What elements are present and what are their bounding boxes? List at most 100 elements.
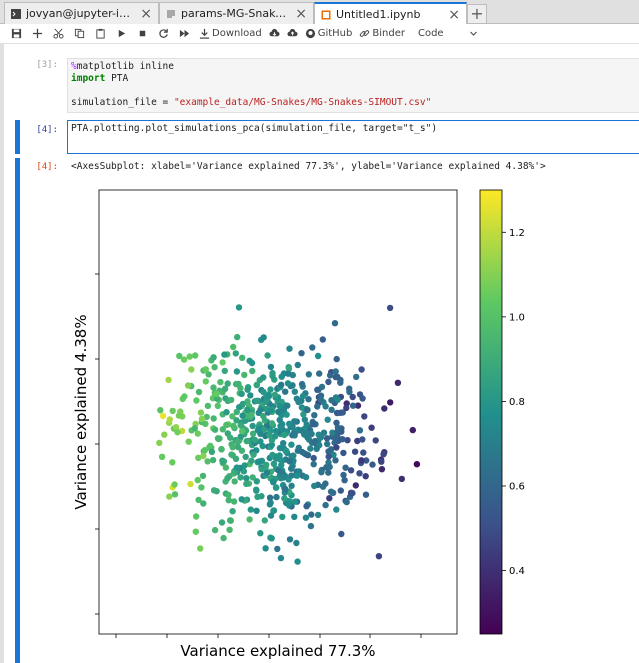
tab-bar: jovyan@jupyter-isaacoverca × params-MG-S… [0, 0, 639, 25]
scatter-point [249, 422, 256, 430]
scatter-point [209, 456, 217, 464]
scatter-point [234, 443, 242, 451]
scatter-point [229, 508, 236, 515]
scatter-point [213, 390, 220, 398]
left-gutter [0, 44, 4, 663]
scatter-point [262, 545, 269, 552]
colorbar-tick-label: 0.6 [509, 482, 525, 493]
chevron-down-icon [470, 31, 477, 36]
scatter-point [249, 367, 256, 375]
paste-button[interactable] [95, 25, 106, 42]
scatter-point [311, 437, 319, 445]
scatter-point [334, 373, 341, 380]
scatter-point [260, 388, 267, 396]
output-collapser[interactable] [15, 158, 20, 663]
scatter-point [347, 467, 355, 474]
scatter-point [337, 487, 344, 494]
cell-type-select[interactable]: Code [418, 25, 478, 42]
scatter-point [362, 491, 370, 498]
close-icon[interactable]: × [140, 6, 152, 22]
scatter-point [211, 426, 219, 433]
scatter-point [334, 427, 341, 435]
run-button[interactable] [116, 25, 127, 42]
download-button[interactable]: Download [199, 25, 262, 42]
scatter-point [208, 448, 216, 456]
scatter-point [255, 458, 263, 465]
scatter-point [239, 354, 246, 361]
code-line: PTA [111, 73, 129, 84]
scatter-point [186, 353, 193, 360]
scatter-point [247, 392, 254, 399]
add-tab-button[interactable]: + [467, 4, 487, 24]
scatter-point [358, 366, 365, 373]
restart-button[interactable] [158, 25, 169, 42]
tab-notebook[interactable]: Untitled1.ipynb × [314, 2, 467, 25]
scatter-point [175, 412, 183, 419]
code-cell-3[interactable]: %matplotlib inline import PTA simulation… [67, 58, 639, 113]
scatter-point [257, 530, 264, 537]
scatter-point [161, 431, 168, 438]
scatter-point [326, 372, 334, 379]
colorbar-tick-label: 0.8 [509, 397, 525, 408]
scatter-point [358, 457, 365, 464]
copy-button[interactable] [74, 25, 85, 42]
save-button[interactable] [11, 25, 22, 42]
scatter-point [298, 350, 305, 357]
scatter-point [233, 417, 240, 424]
scatter-point [195, 388, 203, 396]
scatter-point [317, 396, 325, 403]
scatter-point [218, 519, 226, 526]
scatter-point [250, 451, 257, 458]
notebook-icon [321, 10, 331, 19]
binder-button[interactable]: Binder [359, 25, 405, 42]
scatter-point [304, 452, 312, 459]
scatter-point [225, 491, 232, 499]
tab-terminal[interactable]: jovyan@jupyter-isaacoverca × [4, 2, 159, 24]
code-line: simulation_file = [71, 97, 174, 108]
cut-button[interactable] [53, 25, 64, 42]
restart-run-all-button[interactable] [179, 25, 190, 42]
close-icon[interactable]: × [448, 7, 460, 23]
scatter-point [305, 396, 312, 403]
scatter-point [337, 379, 344, 386]
code-cell-4[interactable]: PTA.plotting.plot_simulations_pca(simula… [67, 120, 639, 154]
input-prompt: [4]: [36, 125, 58, 135]
scatter-point [278, 381, 285, 388]
scatter-point [258, 466, 265, 473]
scatter-point [174, 429, 181, 436]
colorbar-tick-label: 1.0 [509, 312, 525, 323]
scatter-point [264, 352, 271, 359]
scatter-point [230, 343, 237, 351]
tab-label: Untitled1.ipynb [336, 8, 421, 21]
y-ticks [95, 273, 99, 615]
scatter-point [219, 359, 226, 366]
github-button[interactable]: GitHub [305, 25, 352, 42]
close-icon[interactable]: × [295, 6, 307, 22]
insert-cell-button[interactable] [32, 25, 43, 42]
pca-scatter-plot: Variance explained 77.3% Variance explai… [72, 189, 525, 660]
interrupt-button[interactable] [137, 25, 148, 42]
scatter-point [319, 336, 326, 343]
cloud-download-button[interactable] [269, 25, 280, 42]
scatter-point [253, 381, 261, 388]
colorbar-ticks: 0.4 0.6 0.8 1.0 1.2 [502, 228, 525, 577]
scatter-point [307, 445, 314, 452]
scatter-point [281, 495, 288, 502]
scatter-point [324, 440, 331, 448]
scatter-point [322, 501, 329, 509]
scatter-point [214, 402, 221, 410]
scatter-point [224, 475, 231, 482]
scatter-point [318, 469, 325, 476]
scatter-point [197, 545, 204, 552]
scatter-point [239, 412, 246, 419]
scatter-point [386, 304, 394, 312]
scissors-icon [53, 28, 64, 39]
cloud-upload-button[interactable] [287, 25, 298, 42]
scatter-point [378, 466, 386, 473]
scatter-point [227, 517, 234, 524]
scatter-point [290, 452, 297, 459]
scatter-point [356, 470, 363, 477]
tab-params[interactable]: params-MG-Snakes.txt × [159, 2, 314, 24]
scatter-point [316, 370, 323, 377]
scatter-point [288, 482, 295, 489]
